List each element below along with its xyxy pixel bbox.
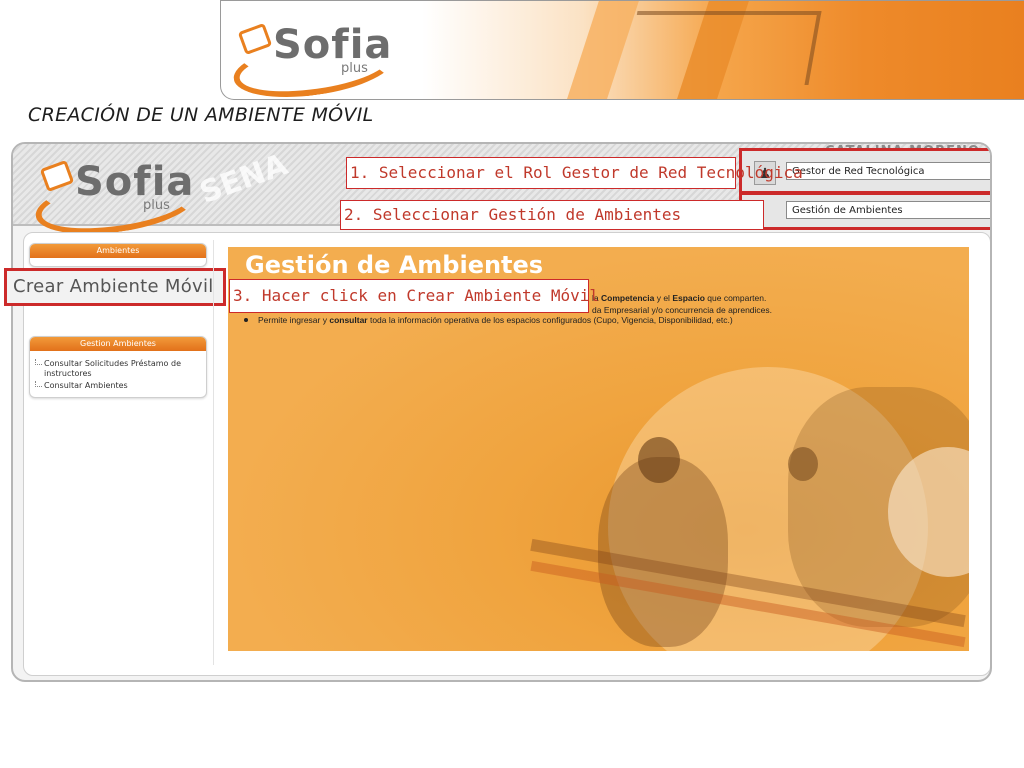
page-title: Gestión de Ambientes	[245, 251, 544, 279]
role-select-value: Gestor de Red Tecnológica	[792, 166, 925, 177]
app-logo[interactable]: Sofia plus	[31, 148, 201, 244]
step2-callout: 2. Seleccionar Gestión de Ambientes	[340, 200, 764, 230]
sena-watermark: SENA	[195, 147, 293, 211]
ambientes-panel: Ambientes	[29, 243, 207, 267]
description-line-2: da Empresarial y/o concurrencia de apren…	[592, 305, 773, 315]
background-photo	[788, 447, 818, 481]
logo-bubble-icon	[237, 22, 273, 56]
slide-banner: Sofia plus	[220, 0, 1024, 100]
slide-title: CREACIÓN DE UN AMBIENTE MÓVIL	[28, 104, 374, 126]
gestion-ambientes-panel-title: Gestion Ambientes	[30, 337, 206, 351]
step3-callout: 3. Hacer click en Crear Ambiente Móvil	[229, 279, 599, 313]
gestion-select[interactable]: Gestión de Ambientes ▼	[786, 201, 990, 219]
step1-callout: 1. Seleccionar el Rol Gestor de Red Tecn…	[346, 157, 803, 189]
banner-arm-graphic	[624, 11, 822, 85]
ambientes-panel-title: Ambientes	[30, 244, 206, 258]
sidebar-item-consultar-ambientes[interactable]: Consultar Ambientes	[30, 381, 206, 391]
gestion-select-value: Gestión de Ambientes	[792, 205, 903, 216]
role-select[interactable]: Gestor de Red Tecnológica ▼	[786, 162, 990, 180]
logo-sub: plus	[143, 198, 170, 213]
sidebar-item-consultar-solicitudes[interactable]: Consultar Solicitudes Préstamo de instru…	[30, 359, 206, 379]
sidebar-divider	[213, 240, 214, 665]
logo-word: Sofia	[75, 159, 195, 205]
logo-bubble-icon	[39, 159, 75, 193]
background-photo	[638, 437, 680, 483]
description-line-1: la Competencia y el Espacio que comparte…	[592, 293, 767, 303]
gestion-ambientes-panel: Gestion Ambientes Consultar Solicitudes …	[29, 336, 207, 398]
gestion-selector-highlight: Gestión de Ambientes ▼	[739, 192, 990, 230]
description-line-3: Permite ingresar y consultar toda la inf…	[258, 315, 733, 325]
bullet-icon	[244, 318, 248, 322]
logo-sub: plus	[341, 61, 368, 76]
background-photo	[598, 457, 728, 647]
logo-word: Sofia	[273, 22, 393, 68]
crear-ambiente-movil-link[interactable]: Crear Ambiente Móvil	[4, 268, 226, 306]
sofia-plus-logo: Sofia plus	[229, 11, 399, 99]
